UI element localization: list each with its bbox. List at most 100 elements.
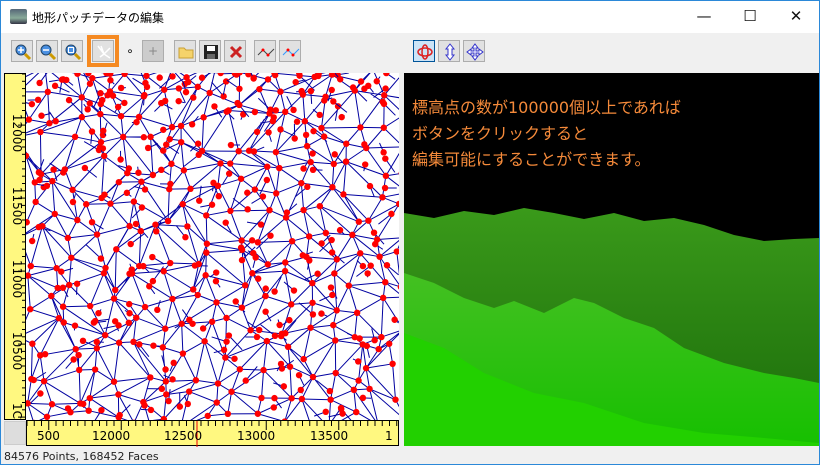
elevation-point [382, 155, 389, 162]
mesh-edge [105, 267, 116, 291]
elevation-point [245, 147, 253, 154]
mesh-edge [133, 328, 166, 343]
tin-mesh-view[interactable] [26, 73, 399, 420]
mesh-edge [217, 163, 222, 186]
mesh-edge [376, 203, 399, 240]
elevation-point [97, 110, 104, 118]
maximize-button[interactable]: ☐ [727, 1, 773, 31]
elevation-point [259, 193, 267, 200]
mesh-edge [263, 341, 268, 371]
elevation-point [365, 217, 372, 224]
elevation-point [328, 236, 335, 244]
elevation-point [381, 184, 389, 192]
elevation-point [249, 270, 256, 277]
elevation-point [88, 218, 96, 226]
elevation-point [366, 182, 374, 190]
mesh-edge [192, 252, 207, 290]
mesh-edge [336, 285, 350, 311]
mesh-edge [383, 127, 399, 144]
zoom-out-button[interactable] [36, 40, 58, 62]
minimize-button[interactable]: — [681, 1, 727, 31]
elevation-point [141, 186, 149, 193]
elevation-point [330, 160, 337, 168]
line-red-button[interactable] [254, 40, 276, 62]
elevation-point [115, 178, 123, 186]
mesh-edge [231, 391, 262, 399]
elevation-point [267, 232, 274, 239]
x-axis-ruler[interactable]: 500 12000 12500 13000 13500 1 [26, 420, 399, 447]
elevation-point [208, 318, 216, 325]
add-point-button[interactable]: + [142, 40, 164, 62]
elevation-point [238, 256, 246, 264]
elevation-point [186, 316, 193, 324]
elevation-point [295, 371, 303, 379]
elevation-point [257, 221, 265, 228]
elevation-point [206, 89, 213, 97]
mesh-edge [41, 225, 58, 269]
mesh-edge [110, 203, 130, 227]
move-all-button[interactable] [463, 40, 485, 62]
elevation-point [152, 221, 159, 228]
elevation-point [305, 233, 313, 240]
mesh-edge [348, 285, 358, 313]
elevation-point [115, 391, 122, 398]
elevation-point [204, 412, 211, 420]
elevation-point [124, 169, 131, 177]
elevation-point [53, 265, 60, 272]
rotate-button[interactable] [413, 40, 435, 62]
elevation-point [309, 373, 317, 381]
mesh-edge [63, 322, 106, 336]
mesh-edge [345, 147, 367, 163]
elevation-point [36, 352, 44, 359]
x-edge-label: 500 [37, 429, 60, 443]
elevation-point [251, 186, 259, 193]
mesh-edge [225, 340, 268, 359]
save-button[interactable] [199, 40, 221, 62]
mesh-edge [27, 267, 57, 277]
mesh-edge [124, 73, 147, 77]
mesh-edge [279, 167, 302, 184]
elevation-point [235, 147, 242, 155]
mesh-edge [206, 239, 242, 245]
open-button[interactable] [174, 40, 196, 62]
mesh-edge [195, 379, 219, 385]
mesh-edge [113, 342, 120, 382]
elevation-point [236, 366, 244, 373]
elevation-point [303, 253, 310, 261]
zoom-fit-button[interactable] [61, 40, 83, 62]
elevation-point [370, 229, 378, 236]
elevation-point [179, 350, 187, 357]
elevation-point [262, 285, 269, 292]
point-mode-button[interactable]: ∘ [119, 40, 141, 62]
mesh-edge [32, 317, 60, 345]
mesh-edge [104, 298, 115, 336]
mesh-edit-button[interactable] [87, 35, 119, 67]
elevation-point [223, 314, 230, 322]
elevation-point [128, 270, 136, 277]
move-vertical-button[interactable] [438, 40, 460, 62]
elevation-point [224, 410, 232, 418]
close-button[interactable]: ✕ [773, 1, 819, 31]
mesh-edge [182, 340, 205, 354]
elevation-point [278, 330, 285, 338]
elevation-point [265, 129, 272, 136]
elevation-point [178, 320, 185, 327]
elevation-point [28, 100, 36, 108]
elevation-point [266, 206, 273, 214]
elevation-point [97, 255, 105, 262]
delete-button[interactable] [224, 40, 246, 62]
elevation-point [288, 301, 295, 308]
terrain-3d-view[interactable]: 標高点の数が100000個以上であれば ボタンをクリックすると 編集可能にするこ… [404, 73, 819, 446]
elevation-point [126, 310, 133, 317]
elevation-point [77, 400, 84, 407]
y-axis-ruler[interactable]: 12000 11500 11000 10500 1C [4, 73, 27, 420]
line-blue-button[interactable] [279, 40, 301, 62]
elevation-point [182, 88, 190, 96]
elevation-point [217, 160, 224, 167]
elevation-point [203, 212, 210, 219]
zoom-in-button[interactable] [11, 40, 33, 62]
mesh-edge [303, 340, 336, 360]
elevation-point [86, 100, 93, 107]
elevation-point [381, 92, 388, 99]
elevation-point [203, 240, 211, 247]
